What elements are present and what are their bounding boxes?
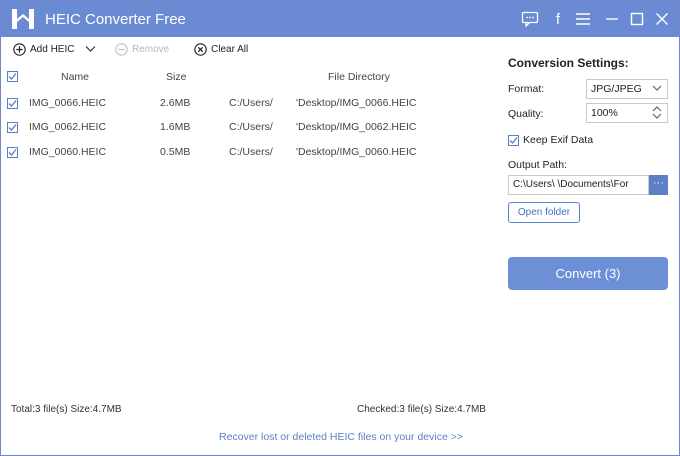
clear-all-label: Clear All (211, 43, 249, 55)
clear-all-button[interactable]: Clear All (194, 41, 248, 57)
add-heic-button[interactable]: Add HEIC (13, 41, 74, 57)
row-size: 0.5MB (160, 146, 191, 158)
keep-exif-label: Keep Exif Data (523, 134, 594, 146)
row-dir-suffix: 'Desktop/IMG_0066.HEIC (296, 97, 417, 109)
row-name: IMG_0060.HEIC (29, 146, 107, 158)
row-size: 2.6MB (160, 97, 191, 109)
column-header-size[interactable]: Size (166, 71, 186, 83)
open-folder-button[interactable]: Open folder (508, 202, 580, 223)
row-name: IMG_0062.HEIC (29, 121, 107, 133)
table-row[interactable]: IMG_0066.HEIC 2.6MB C:/Users/ 'Desktop/I… (1, 92, 501, 116)
output-path-label: Output Path: (508, 159, 567, 171)
clear-icon (194, 42, 207, 56)
format-select[interactable]: JPG/JPEG (586, 79, 668, 99)
minimize-icon[interactable] (602, 9, 622, 29)
row-dir-suffix: 'Desktop/IMG_0062.HEIC (296, 121, 417, 133)
file-list-header: Name Size File Directory (1, 67, 501, 87)
row-name: IMG_0066.HEIC (29, 97, 107, 109)
add-icon (13, 42, 26, 56)
feedback-icon[interactable] (520, 9, 540, 29)
row-checkbox[interactable] (7, 122, 18, 133)
quality-value: 100% (591, 107, 618, 119)
browse-button[interactable]: ··· (649, 175, 668, 195)
keep-exif-checkbox[interactable] (508, 134, 519, 146)
app-logo-icon (10, 6, 36, 32)
output-path-field[interactable]: C:\Users\ \Documents\For (508, 175, 649, 195)
menu-icon[interactable] (573, 9, 593, 29)
row-dir-prefix: C:/Users/ (229, 121, 273, 133)
row-dir-prefix: C:/Users/ (229, 146, 273, 158)
row-checkbox[interactable] (7, 147, 18, 158)
remove-icon (115, 42, 128, 56)
settings-title: Conversion Settings: (508, 56, 629, 70)
recover-link[interactable]: Recover lost or deleted HEIC files on yo… (1, 431, 680, 443)
stepper-arrows-icon[interactable] (652, 105, 662, 123)
remove-button[interactable]: Remove (115, 41, 169, 57)
table-row[interactable]: IMG_0060.HEIC 0.5MB C:/Users/ 'Desktop/I… (1, 141, 501, 165)
table-row[interactable]: IMG_0062.HEIC 1.6MB C:/Users/ 'Desktop/I… (1, 116, 501, 140)
row-dir-suffix: 'Desktop/IMG_0060.HEIC (296, 146, 417, 158)
row-size: 1.6MB (160, 121, 191, 133)
toolbar: Add HEIC Remove Clear All (1, 37, 501, 61)
row-dir-prefix: C:/Users/ (229, 97, 273, 109)
remove-label: Remove (132, 43, 170, 55)
add-heic-label: Add HEIC (30, 43, 75, 55)
quality-label: Quality: (508, 108, 544, 120)
maximize-icon[interactable] (627, 9, 647, 29)
app-window: HEIC Converter Free f Add HEIC Remove Cl… (0, 0, 680, 456)
column-header-directory[interactable]: File Directory (328, 71, 390, 83)
keep-exif-option[interactable]: Keep Exif Data (508, 134, 593, 146)
format-value: JPG/JPEG (591, 83, 642, 95)
column-header-name[interactable]: Name (61, 71, 89, 83)
title-bar: HEIC Converter Free f (1, 1, 679, 37)
chevron-down-icon (85, 46, 96, 52)
status-total: Total:3 file(s) Size:4.7MB (11, 404, 122, 415)
convert-button[interactable]: Convert (3) (508, 257, 668, 290)
quality-stepper[interactable]: 100% (586, 103, 668, 123)
app-title: HEIC Converter Free (45, 11, 186, 28)
status-checked: Checked:3 file(s) Size:4.7MB (357, 404, 486, 415)
format-label: Format: (508, 83, 545, 95)
select-all-checkbox[interactable] (7, 71, 18, 82)
chevron-down-icon (652, 83, 662, 96)
row-checkbox[interactable] (7, 98, 18, 109)
close-icon[interactable] (652, 9, 672, 29)
facebook-icon[interactable]: f (548, 9, 568, 29)
add-dropdown-button[interactable] (85, 41, 100, 57)
